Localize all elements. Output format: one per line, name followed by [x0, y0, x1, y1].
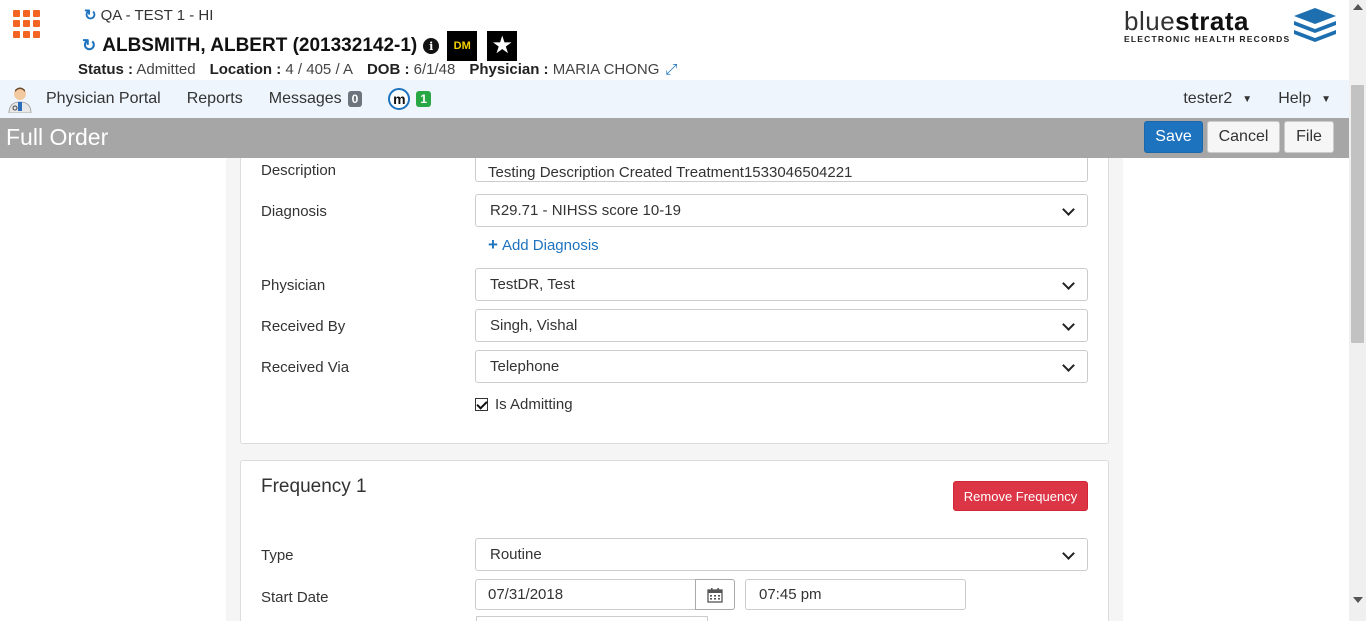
user-menu-label: tester2	[1183, 90, 1233, 107]
diagnosis-label: Diagnosis	[261, 203, 327, 220]
is-admitting-label: Is Admitting	[495, 396, 573, 413]
dob-field: DOB : 6/1/48	[366, 61, 456, 78]
type-label: Type	[261, 547, 294, 564]
star-badge-icon: ★	[487, 31, 518, 61]
scroll-up-arrow-icon[interactable]	[1353, 4, 1363, 10]
nav-messages-label: Messages	[268, 90, 342, 107]
nav-right: tester2 ▼ Help ▼	[1183, 90, 1331, 108]
bluestrata-logo: bluestrata ELECTRONIC HEALTH RECORDS	[1122, 6, 1338, 46]
scroll-thumb[interactable]	[1351, 85, 1364, 343]
refresh-patient-icon[interactable]: ↻	[82, 36, 96, 56]
plus-icon: +	[488, 235, 498, 254]
add-diagnosis-label: Add Diagnosis	[501, 236, 599, 254]
page-title: Full Order	[6, 124, 109, 150]
received-by-label: Received By	[261, 318, 346, 335]
description-label: Description	[261, 162, 337, 179]
diagnosis-value: R29.71 - NIHSS score 10-19	[490, 202, 681, 219]
logo-subtitle: ELECTRONIC HEALTH RECORDS	[1124, 34, 1291, 44]
received-via-label: Received Via	[261, 359, 350, 376]
caret-down-icon: ▼	[1242, 93, 1253, 105]
is-admitting-checkbox[interactable]: Is Admitting	[475, 396, 573, 413]
expand-icon[interactable]: ⤢	[665, 61, 677, 78]
info-icon[interactable]: i	[423, 38, 440, 54]
order-form-area: Description Testing Description Created …	[0, 158, 1349, 621]
messages-count-badge: 0	[347, 91, 363, 107]
scroll-down-arrow-icon[interactable]	[1353, 597, 1363, 603]
frequency-title: Frequency 1	[261, 476, 367, 497]
refresh-icon[interactable]: ↻	[84, 6, 97, 24]
dm-badge-icon: DM	[447, 31, 478, 61]
received-via-value: Telephone	[490, 358, 560, 375]
physician-value: TestDR, Test	[490, 276, 575, 293]
physician-field: Physician : MARIA CHONG ⤢	[469, 61, 678, 78]
cancel-button[interactable]: Cancel	[1207, 121, 1280, 153]
location-field: Location : 4 / 405 / A	[209, 61, 353, 78]
environment-label: ↻ QA - TEST 1 - HI	[84, 6, 214, 25]
chevron-down-icon	[1062, 318, 1075, 331]
page-title-bar: Full Order Save Cancel File	[0, 118, 1349, 158]
main-nav: Physician Portal Reports Messages 0 m 1 …	[0, 80, 1349, 118]
nav-messages[interactable]: Messages 0	[269, 90, 363, 108]
calendar-button[interactable]	[695, 579, 735, 610]
add-diagnosis-link[interactable]: + Add Diagnosis	[488, 235, 599, 255]
start-date-label: Start Date	[261, 589, 329, 606]
physician-label: Physician	[261, 277, 326, 294]
physician-select[interactable]: TestDR, Test	[475, 268, 1088, 301]
nav-reports[interactable]: Reports	[187, 90, 243, 108]
chevron-down-icon	[1062, 547, 1075, 560]
type-select[interactable]: Routine	[475, 538, 1088, 571]
help-menu-label: Help	[1278, 90, 1312, 107]
calendar-icon	[707, 587, 723, 603]
chevron-down-icon	[1062, 277, 1075, 290]
datepicker-popup-edge	[476, 616, 708, 621]
remove-frequency-button[interactable]: Remove Frequency	[953, 481, 1088, 511]
user-menu[interactable]: tester2 ▼	[1183, 90, 1252, 108]
diagnosis-select[interactable]: R29.71 - NIHSS score 10-19	[475, 194, 1088, 227]
doctor-avatar-icon[interactable]	[6, 85, 34, 113]
save-button[interactable]: Save	[1144, 121, 1203, 153]
chevron-down-icon	[1062, 203, 1075, 216]
patient-title: ↻ ALBSMITH, ALBERT (201332142-1) i DM ★	[82, 31, 518, 61]
received-by-value: Singh, Vishal	[490, 317, 578, 334]
help-menu[interactable]: Help ▼	[1278, 90, 1331, 108]
start-date-input[interactable]: 07/31/2018	[475, 579, 696, 610]
type-value: Routine	[490, 546, 542, 563]
m-count-badge: 1	[416, 91, 432, 107]
m-circle-icon: m	[388, 88, 411, 110]
nav-m-notifications[interactable]: m 1	[388, 88, 432, 110]
caret-down-icon: ▼	[1321, 93, 1331, 105]
nav-physician-portal[interactable]: Physician Portal	[46, 90, 161, 108]
status-field: Status : Admitted	[78, 61, 196, 78]
received-by-select[interactable]: Singh, Vishal	[475, 309, 1088, 342]
patient-name: ALBSMITH, ALBERT (201332142-1)	[102, 35, 418, 56]
patient-status-line: Status : Admitted Location : 4 / 405 / A…	[78, 61, 677, 78]
layers-logo-icon	[1294, 8, 1336, 42]
environment-text: QA - TEST 1 - HI	[100, 6, 214, 24]
checkbox-checked-icon[interactable]	[475, 398, 488, 411]
page-scrollbar[interactable]	[1349, 0, 1366, 621]
logo-wordmark: bluestrata	[1124, 6, 1249, 36]
apps-grid-icon[interactable]	[13, 10, 41, 38]
patient-header: ↻ QA - TEST 1 - HI ↻ ALBSMITH, ALBERT (2…	[0, 0, 1349, 80]
start-time-input[interactable]: 07:45 pm	[745, 579, 966, 610]
received-via-select[interactable]: Telephone	[475, 350, 1088, 383]
description-input[interactable]: Testing Description Created Treatment153…	[475, 158, 1088, 182]
chevron-down-icon	[1062, 359, 1075, 372]
file-button[interactable]: File	[1284, 121, 1334, 153]
